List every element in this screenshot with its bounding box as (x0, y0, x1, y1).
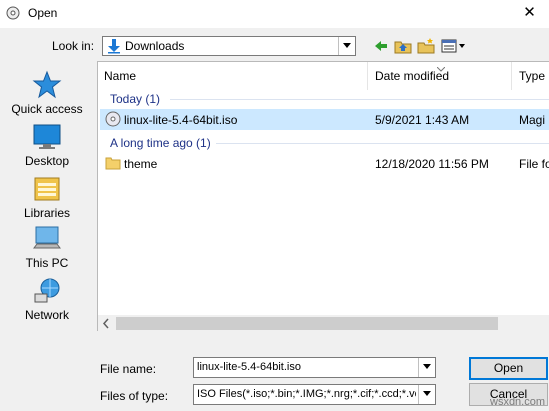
filename-input[interactable]: linux-lite-5.4-64bit.iso (193, 357, 436, 378)
filetype-dropdown-button[interactable] (418, 385, 435, 404)
filetype-value: ISO Files(*.iso;*.bin;*.IMG;*.nrg;*.cif;… (197, 388, 416, 400)
place-label: Network (24, 308, 69, 322)
place-quick-access[interactable]: Quick access (6, 70, 88, 116)
scroll-left-icon[interactable] (98, 315, 115, 332)
place-desktop[interactable]: Desktop (6, 122, 88, 168)
network-icon (34, 278, 60, 303)
lookin-dropdown[interactable]: Downloads (102, 36, 356, 56)
filename-dropdown-button[interactable] (418, 358, 435, 377)
close-button[interactable]: ✕ (510, 0, 549, 28)
column-header-type[interactable]: Type (519, 62, 549, 90)
sort-arrow-icon (436, 62, 446, 76)
chevron-down-icon (343, 43, 351, 48)
file-name: theme (124, 157, 158, 171)
close-icon: ✕ (523, 4, 536, 21)
disc-app-icon (6, 6, 20, 20)
chevron-down-icon (423, 391, 431, 396)
filename-value: linux-lite-5.4-64bit.iso (197, 361, 301, 373)
place-label: Quick access (11, 102, 83, 116)
group-header-today[interactable]: Today (1) (110, 92, 160, 106)
window-title: Open (28, 6, 58, 20)
place-this-pc[interactable]: This PC (6, 224, 88, 270)
lookin-dropdown-button[interactable] (338, 37, 355, 55)
libraries-icon (34, 177, 60, 201)
file-date: 5/9/2021 1:43 AM (375, 113, 470, 127)
column-header-name[interactable]: Name (104, 62, 364, 90)
lookin-value: Downloads (125, 39, 185, 53)
open-button[interactable]: Open (469, 357, 548, 380)
group-divider (170, 99, 549, 100)
desktop-icon (33, 124, 61, 149)
disc-image-icon (105, 111, 121, 127)
column-separator[interactable] (367, 62, 368, 90)
group-header-long-ago[interactable]: A long time ago (1) (110, 136, 211, 150)
computer-icon (33, 226, 61, 249)
watermark: wsxdn.com (490, 396, 546, 408)
chevron-down-icon (423, 364, 431, 369)
file-type: File fo (519, 157, 549, 171)
file-list[interactable]: Name Date modified Type Today (1) linux-… (97, 61, 549, 331)
place-network[interactable]: Network (6, 276, 88, 322)
view-menu-icon[interactable] (441, 37, 467, 55)
lookin-label: Look in: (52, 39, 95, 53)
new-folder-icon[interactable] (417, 37, 435, 55)
place-libraries[interactable]: Libraries (6, 174, 88, 220)
filetype-select[interactable]: ISO Files(*.iso;*.bin;*.IMG;*.nrg;*.cif;… (193, 384, 436, 405)
star-icon (32, 70, 62, 99)
folder-icon (105, 155, 121, 171)
place-label: Libraries (23, 206, 71, 220)
scrollbar-thumb[interactable] (116, 317, 498, 330)
title-bar (0, 0, 549, 28)
file-name: linux-lite-5.4-64bit.iso (124, 113, 238, 127)
filename-label: File name: (100, 362, 157, 376)
group-divider (216, 143, 549, 144)
file-date: 12/18/2020 11:56 PM (375, 157, 489, 171)
up-folder-icon[interactable] (394, 37, 412, 55)
file-type: Magi (519, 113, 546, 127)
horizontal-scrollbar[interactable] (98, 315, 549, 332)
column-separator[interactable] (511, 62, 512, 90)
downloads-arrow-icon (106, 38, 122, 54)
filetype-label: Files of type: (100, 389, 169, 403)
back-icon[interactable] (372, 37, 390, 55)
place-label: Desktop (24, 154, 70, 168)
place-label: This PC (25, 256, 69, 270)
